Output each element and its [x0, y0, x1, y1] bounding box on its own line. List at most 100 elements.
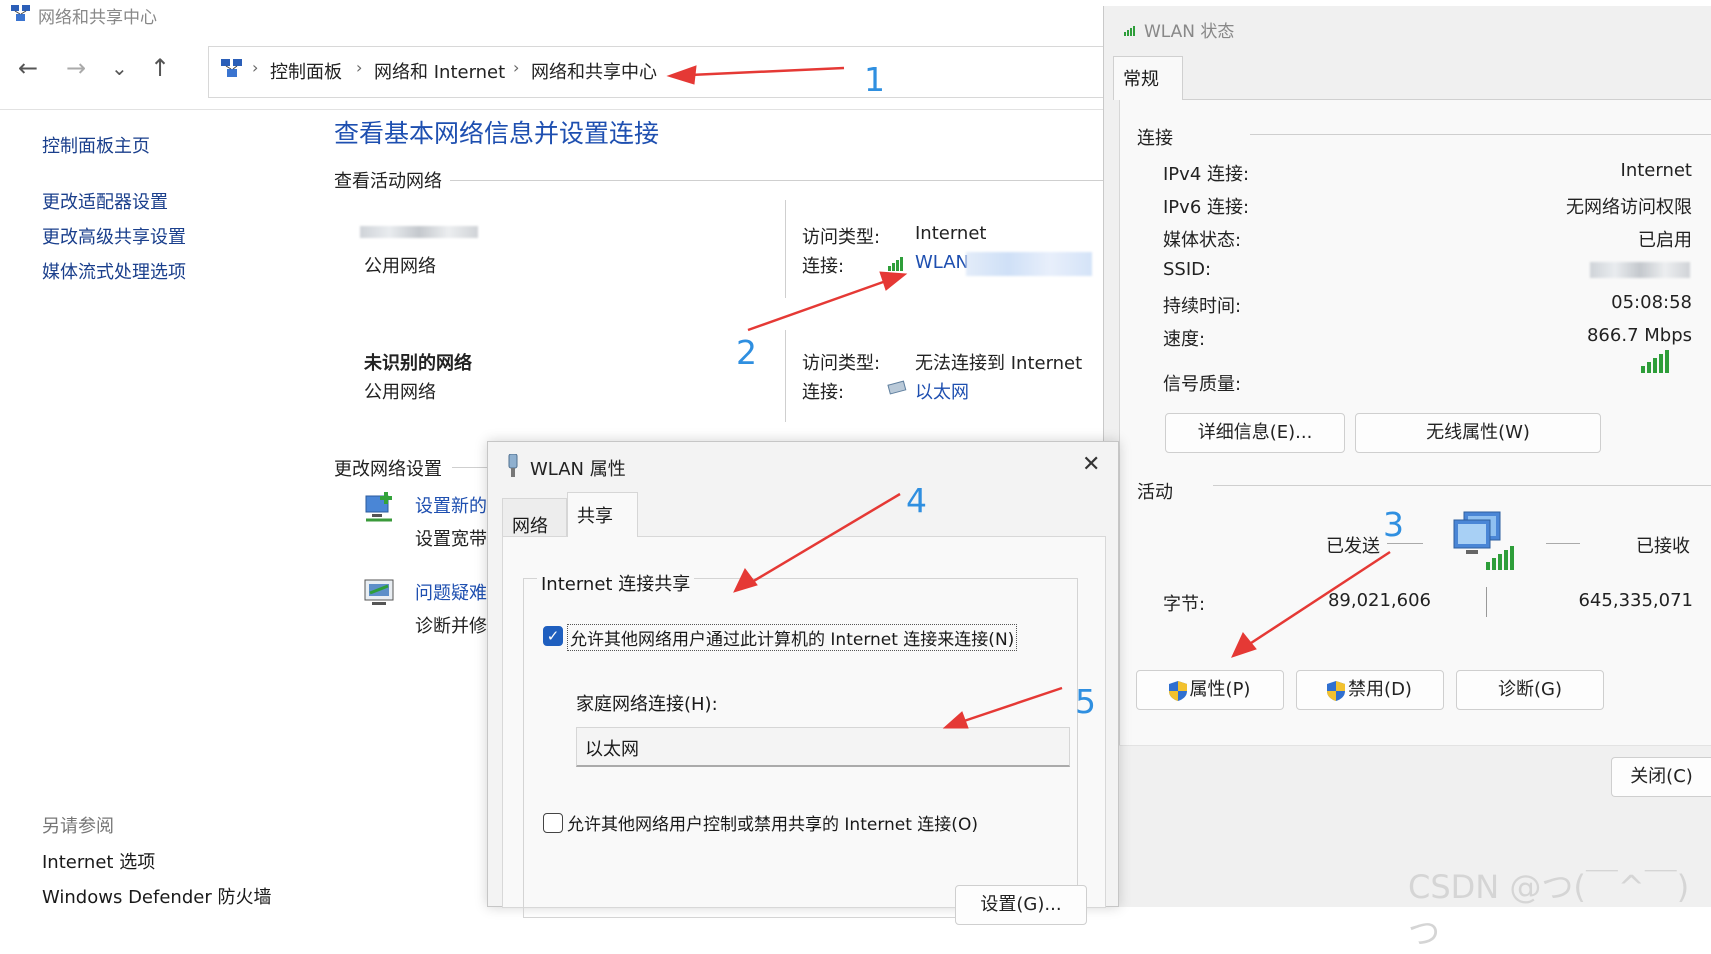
wifi-signal-icon: [888, 257, 903, 271]
duration-value: 05:08:58: [1611, 292, 1692, 313]
network-1-access-label: 访问类型:: [802, 227, 881, 248]
annotation-number-5: 5: [1075, 682, 1096, 721]
network-center-icon: [11, 5, 30, 21]
back-button[interactable]: ←: [18, 54, 38, 82]
breadcrumb-control-panel[interactable]: 控制面板: [270, 58, 342, 84]
link-defender-firewall[interactable]: Windows Defender 防火墙: [42, 883, 271, 909]
allow-connect-checkbox[interactable]: ✓: [543, 626, 563, 646]
csdn-watermark: CSDN @つ(￣^￣)つ: [1408, 868, 1690, 952]
ssid-value-redacted: [1590, 262, 1690, 278]
tab-general[interactable]: 常规: [1113, 56, 1183, 100]
window-title: 网络和共享中心: [38, 8, 157, 28]
activity-line: [1546, 543, 1580, 544]
page-title: 查看基本网络信息并设置连接: [334, 119, 660, 148]
ipv6-value: 无网络访问权限: [1566, 197, 1692, 218]
title-bar: 网络和共享中心: [0, 0, 1100, 28]
forward-button[interactable]: →: [66, 54, 86, 82]
change-settings-label: 更改网络设置: [334, 459, 442, 480]
network-center-icon: [221, 59, 242, 77]
uac-shield-icon: [1327, 681, 1345, 701]
troubleshoot-icon: [364, 579, 394, 605]
new-connection-icon: [365, 492, 392, 522]
network-divider: [785, 330, 786, 422]
chevron-right-icon: ›: [356, 58, 363, 77]
speed-label: 速度:: [1163, 329, 1206, 350]
ics-group-label: Internet 连接共享: [537, 570, 695, 596]
tab-sharing[interactable]: 共享: [567, 492, 638, 537]
sidebar-item-adapter-settings[interactable]: 更改适配器设置: [42, 188, 168, 214]
network-2-conn-label: 连接:: [802, 382, 845, 403]
ipv6-label: IPv6 连接:: [1163, 197, 1250, 218]
duration-label: 持续时间:: [1163, 296, 1242, 317]
recent-locations-button[interactable]: ⌄: [111, 56, 128, 80]
network-1-connection-link[interactable]: WLAN: [915, 252, 969, 273]
task-troubleshoot[interactable]: 问题疑难: [415, 579, 487, 605]
see-also-label: 另请参阅: [42, 816, 114, 837]
network-2-connection-link[interactable]: 以太网: [915, 378, 969, 404]
home-network-select[interactable]: 以太网: [576, 727, 1070, 767]
toolbar-divider: [0, 109, 1103, 110]
network-1-conn-label: 连接:: [802, 256, 845, 277]
active-networks-label: 查看活动网络: [334, 171, 442, 192]
allow-control-checkbox[interactable]: [543, 813, 563, 833]
settings-button[interactable]: 设置(G)...: [955, 885, 1087, 925]
network-2-access-value: 无法连接到 Internet: [915, 353, 1083, 374]
close-icon[interactable]: ✕: [1082, 452, 1100, 477]
activity-section-label: 活动: [1137, 482, 1173, 503]
breadcrumb-network-internet[interactable]: 网络和 Internet: [374, 58, 505, 84]
allow-connect-label[interactable]: 允许其他网络用户通过此计算机的 Internet 连接来连接(N): [567, 624, 1018, 651]
signal-quality-label: 信号质量:: [1163, 374, 1242, 395]
annotation-number-3: 3: [1383, 505, 1404, 544]
ssid-label: SSID:: [1163, 259, 1212, 280]
chevron-right-icon: ›: [513, 58, 520, 77]
properties-button[interactable]: 属性(P): [1136, 670, 1284, 710]
sidebar-item-advanced-sharing[interactable]: 更改高级共享设置: [42, 223, 186, 249]
uac-shield-icon: [1169, 681, 1187, 701]
section-divider: [1213, 485, 1711, 486]
home-network-label: 家庭网络连接(H):: [576, 694, 718, 715]
wireless-properties-button[interactable]: 无线属性(W): [1355, 413, 1601, 453]
media-state-value: 已启用: [1638, 230, 1692, 251]
annotation-number-4: 4: [906, 481, 927, 520]
network-divider: [785, 200, 786, 298]
signal-strength-icon: [1641, 350, 1669, 373]
ethernet-icon: [887, 380, 907, 395]
network-1-type: 公用网络: [364, 256, 436, 277]
section-divider: [1250, 134, 1711, 135]
close-button[interactable]: 关闭(C): [1611, 757, 1711, 797]
link-internet-options[interactable]: Internet 选项: [42, 848, 155, 874]
window-title: WLAN 状态: [1144, 22, 1235, 42]
status-tabstrip: [1119, 56, 1711, 100]
disable-button[interactable]: 禁用(D): [1296, 670, 1444, 710]
network-2-access-label: 访问类型:: [802, 353, 881, 374]
media-state-label: 媒体状态:: [1163, 230, 1242, 251]
up-button[interactable]: ↑: [150, 54, 170, 82]
section-divider: [452, 467, 492, 468]
task-troubleshoot-desc: 诊断并修: [415, 616, 487, 637]
task-setup-new-connection[interactable]: 设置新的: [415, 492, 487, 518]
address-bar[interactable]: [208, 46, 1108, 98]
network-1-access-value: Internet: [915, 223, 987, 244]
network-2-type: 公用网络: [364, 382, 436, 403]
annotation-number-2: 2: [736, 333, 757, 372]
network-2-name: 未识别的网络: [364, 353, 472, 374]
diagnose-button[interactable]: 诊断(G): [1456, 670, 1604, 710]
wifi-signal-icon: [1124, 26, 1135, 36]
network-activity-icon: [1453, 511, 1514, 570]
adapter-icon: [508, 454, 518, 477]
chevron-right-icon: ›: [252, 58, 259, 77]
connection-name-redacted: [966, 252, 1092, 276]
bytes-sent-value: 89,021,606: [1327, 590, 1431, 611]
wlan-properties-dialog: WLAN 属性 ✕ 网络 共享 Internet 连接共享 ✓ 允许其他网络用户…: [487, 441, 1119, 925]
sidebar-item-media-streaming[interactable]: 媒体流式处理选项: [42, 258, 186, 284]
dialog-title: WLAN 属性: [530, 459, 626, 480]
breadcrumb-sharing-center[interactable]: 网络和共享中心: [531, 58, 657, 84]
ipv4-value: Internet: [1620, 160, 1692, 181]
bytes-received-value: 645,335,071: [1578, 590, 1693, 611]
allow-control-label[interactable]: 允许其他网络用户控制或禁用共享的 Internet 连接(O): [567, 810, 978, 835]
ipv4-label: IPv4 连接:: [1163, 164, 1250, 185]
sidebar-item-control-panel-home[interactable]: 控制面板主页: [42, 132, 150, 158]
speed-value: 866.7 Mbps: [1586, 325, 1692, 346]
details-button[interactable]: 详细信息(E)...: [1165, 413, 1345, 453]
connection-section-label: 连接: [1137, 128, 1173, 149]
